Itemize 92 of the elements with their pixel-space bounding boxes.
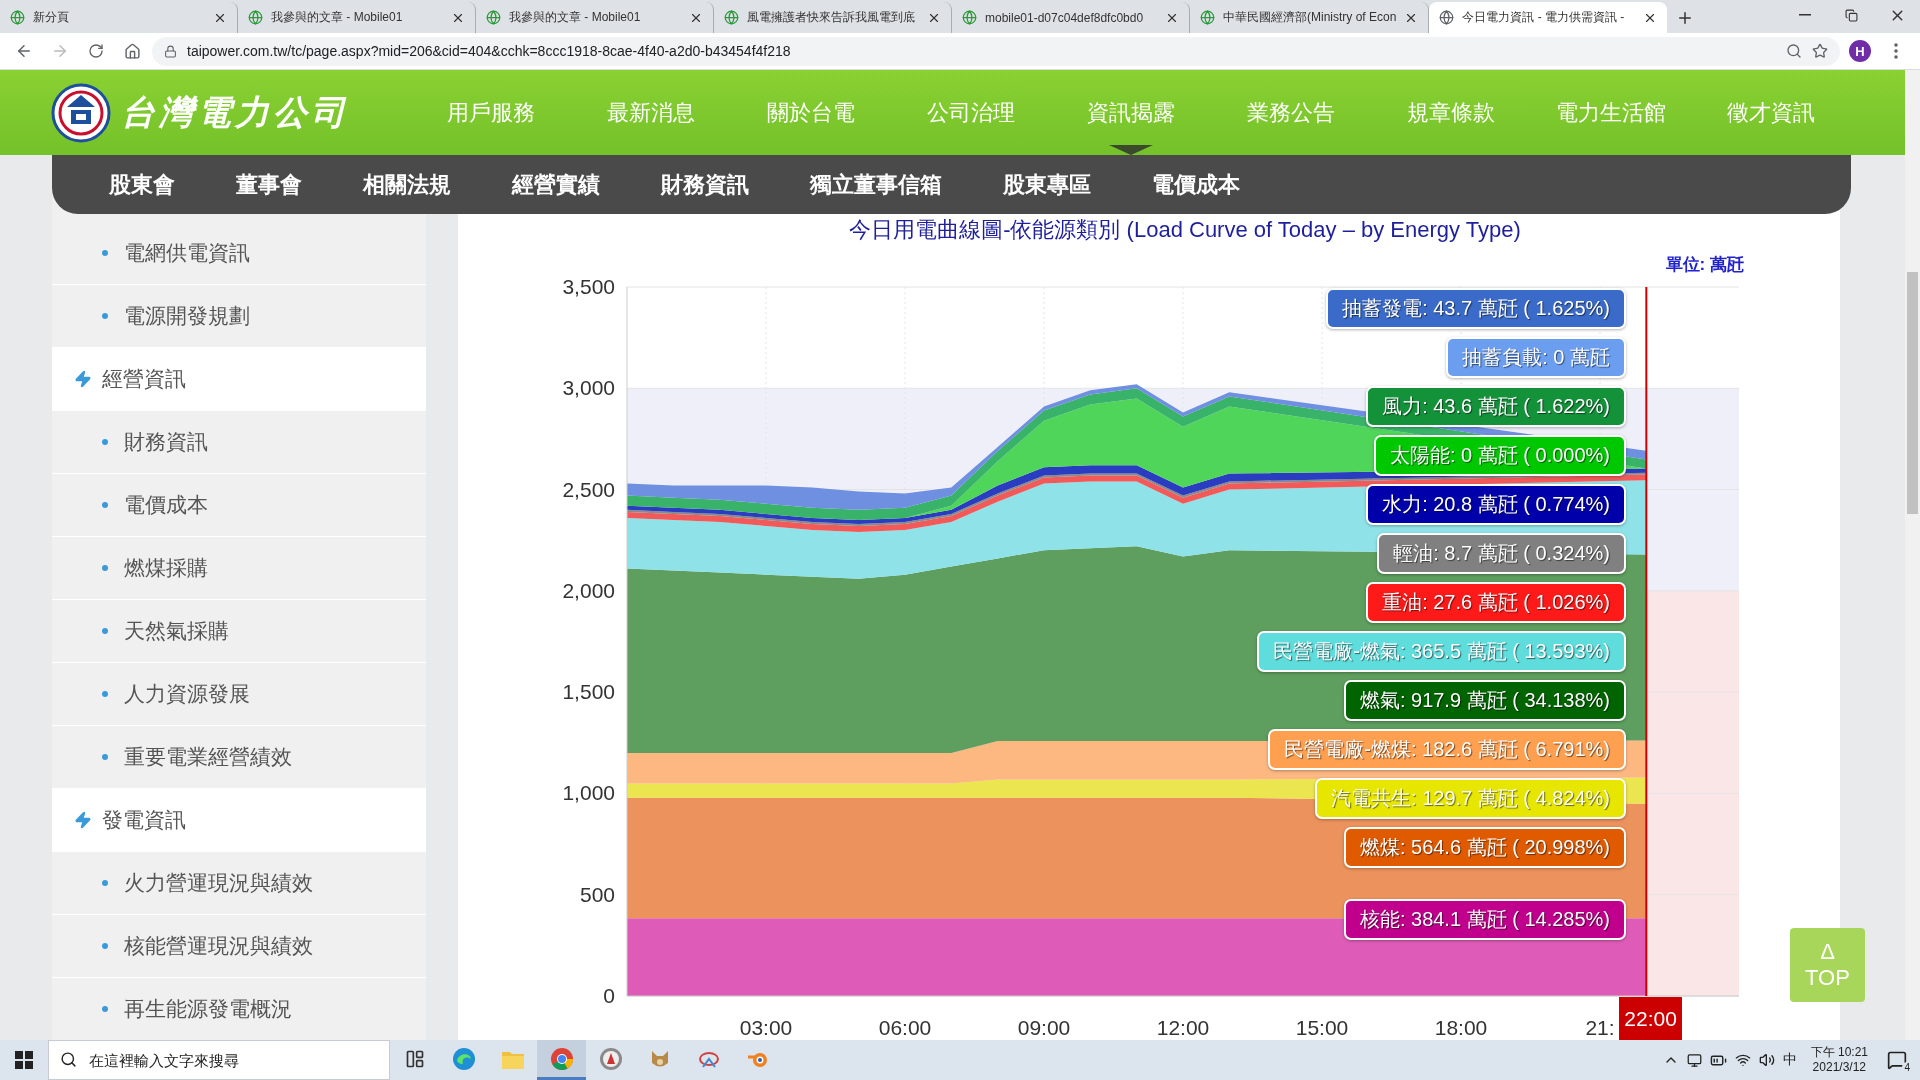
- ime-indicator[interactable]: 中: [1782, 1051, 1797, 1069]
- windows-logo-icon: [15, 1051, 33, 1069]
- globe-icon: [1439, 10, 1455, 25]
- search-field[interactable]: 在這裡輸入文字來搜尋: [48, 1040, 390, 1080]
- bullet-icon: [102, 943, 108, 949]
- wave-swirl-icon: [451, 1046, 476, 1071]
- sidebar-section[interactable]: 經營資訊: [52, 348, 426, 411]
- submenu-link[interactable]: 財務資訊: [661, 169, 749, 200]
- submenu-link[interactable]: 股東專區: [1003, 169, 1091, 200]
- logo-text: 台灣電力公司: [121, 90, 349, 134]
- time-badge: 22:00: [1619, 997, 1682, 1040]
- clock-time[interactable]: 下午 10:21: [1810, 1045, 1868, 1060]
- axis-label: 1,500: [562, 680, 615, 704]
- submenu-link[interactable]: 經營實績: [512, 169, 600, 200]
- value-tooltip: 燃煤: 564.6 萬瓩 ( 20.998%): [1343, 827, 1626, 868]
- value-tooltip: 民營電廠-燃氣: 365.5 萬瓩 ( 13.593%): [1257, 631, 1626, 672]
- clock-date[interactable]: 2021/3/12: [1812, 1060, 1866, 1075]
- axis-label: 0: [603, 984, 615, 1007]
- task-view-icon: [404, 1048, 425, 1069]
- globe-icon: [486, 10, 501, 25]
- address-field[interactable]: taipower.com.tw/tc/page.aspx?mid=206&cid=404&cchk=8ccc1918-8cae-4f40-a2d0-b43454f4f218: [152, 36, 1840, 66]
- browser-tab[interactable]: 今日電力資訊 - 電力供需資訊 -: [1429, 2, 1668, 33]
- round-logo-icon: [549, 1046, 574, 1071]
- globe-icon: [10, 10, 25, 25]
- value-tooltip: 民營電廠-燃煤: 182.6 萬瓩 ( 6.791%): [1268, 729, 1626, 770]
- profile-button[interactable]: H: [1849, 40, 1871, 62]
- value-tooltip: 太陽能: 0 萬瓩 ( 0.000%): [1373, 435, 1626, 476]
- submenu-link[interactable]: 股東會: [109, 169, 175, 200]
- restore-icon: [1844, 8, 1858, 22]
- lightning-icon: [74, 811, 92, 829]
- bullet-icon: [102, 250, 108, 256]
- axis-label: 09:00: [1017, 1016, 1071, 1039]
- axis-label: 18:00: [1434, 1016, 1488, 1039]
- axis-label: 500: [579, 882, 615, 906]
- lightning-icon: [74, 370, 92, 388]
- value-tooltip: 水力: 20.8 萬瓩 ( 0.774%): [1366, 484, 1626, 525]
- scrollbar[interactable]: [1905, 70, 1920, 1040]
- home-icon: [123, 42, 141, 60]
- globe-icon: [962, 10, 977, 25]
- axis-label: 3,000: [562, 376, 615, 400]
- value-tooltip: 核能: 384.1 萬瓩 ( 14.285%): [1343, 899, 1626, 940]
- value-tooltip: 燃氣: 917.9 萬瓩 ( 34.138%): [1343, 680, 1626, 721]
- reload-icon: [88, 43, 104, 59]
- submenu-link[interactable]: 相關法規: [363, 169, 451, 200]
- search-icon: [60, 1051, 77, 1068]
- globe-icon: [1200, 10, 1215, 25]
- lock-icon: [164, 44, 177, 58]
- chart-title: 今日用電曲線圖-依能源類別 (Load Curve of Today – by Energy Type): [848, 216, 1522, 244]
- axis-label: 1,000: [562, 781, 615, 805]
- scrollbar-thumb[interactable]: [1907, 272, 1918, 514]
- bullet-icon: [102, 1006, 108, 1012]
- minimize-icon: [1799, 14, 1811, 16]
- compass-icon: [598, 1046, 623, 1071]
- axis-label: 03:00: [739, 1016, 793, 1039]
- magnifier-icon[interactable]: [1786, 43, 1802, 59]
- submenu-link[interactable]: 電價成本: [1152, 169, 1240, 200]
- menu-icon: [1894, 43, 1898, 59]
- axis-label: 15:00: [1295, 1016, 1349, 1039]
- axis-label: 21:: [1585, 1016, 1615, 1039]
- value-tooltip: 重油: 27.6 萬瓩 ( 1.026%): [1366, 582, 1626, 623]
- bullet-icon: [102, 439, 108, 445]
- unit-label: 單位: 萬瓩: [1665, 254, 1744, 276]
- wifi-icon[interactable]: [1734, 1052, 1751, 1068]
- axis-label: 12:00: [1156, 1016, 1210, 1039]
- submenu-link[interactable]: 獨立董事信箱: [810, 169, 942, 200]
- value-tooltip: 輕油: 8.7 萬瓩 ( 0.324%): [1377, 533, 1626, 574]
- star-icon[interactable]: [1812, 43, 1828, 59]
- value-tooltip: 抽蓄發電: 43.7 萬瓩 ( 1.625%): [1326, 288, 1626, 329]
- speaker-icon[interactable]: [1758, 1052, 1775, 1068]
- globe-icon: [248, 10, 263, 25]
- bullet-icon: [102, 313, 108, 319]
- value-tooltip: 汽電共生: 129.7 萬瓩 ( 4.824%): [1315, 778, 1626, 819]
- bullet-icon: [102, 502, 108, 508]
- bullet-icon: [102, 565, 108, 571]
- axis-label: 06:00: [878, 1016, 932, 1039]
- bullet-icon: [102, 754, 108, 760]
- bullet-icon: [102, 628, 108, 634]
- axis-label: 3,500: [562, 276, 615, 298]
- value-tooltip: 抽蓄負載: 0 萬瓩: [1446, 337, 1626, 378]
- submenu-link[interactable]: 董事會: [236, 169, 302, 200]
- bullet-icon: [102, 880, 108, 886]
- value-tooltip: 風力: 43.6 萬瓩 ( 1.622%): [1366, 386, 1626, 427]
- monitor-icon[interactable]: [1686, 1052, 1702, 1068]
- logo-emblem-icon: [51, 82, 111, 143]
- sidebar-section[interactable]: 發電資訊: [52, 789, 426, 852]
- bullet-icon: [102, 691, 108, 697]
- globe-icon: [724, 10, 739, 25]
- notification-button[interactable]: 4: [1882, 1045, 1912, 1075]
- forward-arrow-icon: [51, 42, 69, 60]
- axis-label: 2,500: [562, 477, 615, 501]
- axis-label: 2,000: [562, 578, 615, 602]
- notification-count: 4: [1902, 1062, 1912, 1073]
